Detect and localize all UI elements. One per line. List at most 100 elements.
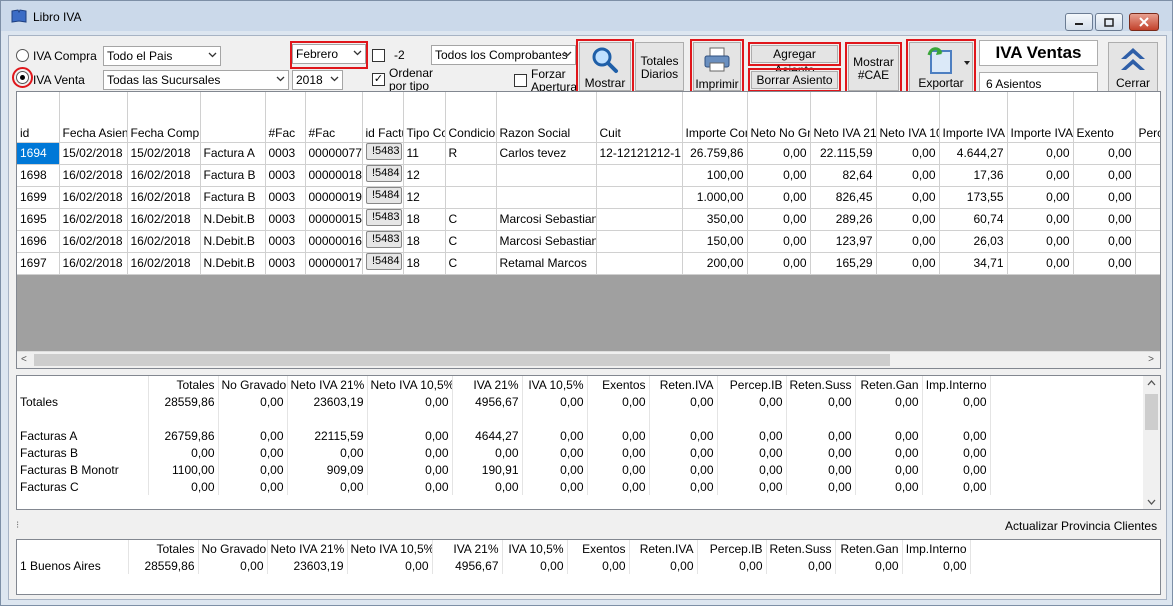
table-cell[interactable]: Facturas C — [17, 478, 149, 495]
column-header[interactable]: Condicion De Iva — [445, 92, 497, 143]
table-cell[interactable]: 0,00 — [367, 427, 453, 444]
column-header[interactable]: Reten.Gan — [835, 540, 903, 557]
table-cell[interactable]: 00000077 — [305, 142, 363, 165]
table-row[interactable]: Facturas B Monotr 1100,00 0,00 909,09 0,00 19… — [17, 461, 991, 478]
column-header[interactable]: Percep.IB — [717, 376, 787, 393]
table-cell[interactable]: 4956,67 — [452, 393, 523, 410]
table-cell[interactable]: Facturas A — [17, 427, 149, 444]
table-cell[interactable]: 0,00 — [717, 427, 787, 444]
table-cell[interactable]: 0,00 — [922, 478, 991, 495]
id-factura-field[interactable]: !5483 — [365, 231, 402, 248]
table-cell[interactable]: 0,00 — [876, 164, 940, 187]
table-cell[interactable]: 0003 — [265, 164, 306, 187]
column-header[interactable] — [17, 376, 149, 393]
table-cell[interactable]: 12 — [403, 164, 446, 187]
table-cell[interactable]: 190,91 — [452, 461, 523, 478]
table-cell[interactable]: 0,00 — [717, 444, 787, 461]
column-header[interactable]: Importe IVA 21 — [939, 92, 1008, 143]
mostrar-button[interactable]: Mostrar — [579, 42, 631, 91]
table-cell[interactable]: 0,00 — [1007, 230, 1074, 253]
splitter-grip[interactable]: ⁝ — [16, 520, 19, 531]
totales-diarios-button[interactable]: Totales Diarios — [635, 42, 684, 91]
table-cell[interactable] — [496, 186, 597, 209]
vertical-scroll-thumb[interactable] — [1145, 394, 1158, 430]
table-cell[interactable] — [1135, 252, 1160, 275]
table-cell[interactable]: 0,00 — [1073, 142, 1136, 165]
table-cell[interactable]: 0,00 — [876, 142, 940, 165]
column-header[interactable]: Neto No Gravado — [747, 92, 811, 143]
vertical-scrollbar[interactable] — [1143, 376, 1160, 509]
table-cell[interactable]: 0,00 — [218, 444, 288, 461]
table-cell[interactable]: 0,00 — [717, 393, 787, 410]
table-cell[interactable] — [1135, 142, 1160, 165]
table-cell[interactable]: 123,97 — [810, 230, 877, 253]
table-cell[interactable]: 1696 — [17, 230, 60, 253]
close-button[interactable] — [1129, 13, 1159, 31]
table-cell[interactable]: 0,00 — [649, 461, 718, 478]
column-header[interactable]: Importe Comprobant — [682, 92, 748, 143]
table-row[interactable] — [17, 410, 991, 427]
radio-iva-compra[interactable] — [16, 49, 29, 62]
table-cell[interactable]: N.Debit.B — [200, 208, 266, 231]
table-cell[interactable] — [1135, 186, 1160, 209]
scroll-up-icon[interactable] — [1147, 380, 1156, 386]
imprimir-button[interactable]: Imprimir — [693, 42, 741, 91]
table-cell[interactable]: 0,00 — [747, 186, 811, 209]
table-cell[interactable]: 0,00 — [747, 230, 811, 253]
table-cell[interactable]: 165,29 — [810, 252, 877, 275]
table-cell[interactable]: 0,00 — [922, 444, 991, 461]
table-cell[interactable]: 18 — [403, 252, 446, 275]
table-cell[interactable] — [786, 410, 856, 427]
table-cell[interactable] — [587, 410, 650, 427]
table-cell[interactable]: 0,00 — [649, 478, 718, 495]
mostrar-cae-button[interactable]: Mostrar #CAE — [848, 45, 899, 91]
column-header[interactable]: #Fac — [305, 92, 363, 143]
table-cell[interactable]: 0,00 — [922, 393, 991, 410]
table-cell[interactable]: !5483 — [362, 208, 404, 231]
table-cell[interactable]: 0,00 — [766, 557, 836, 574]
table-cell[interactable]: 0,00 — [835, 557, 903, 574]
table-cell[interactable]: 0,00 — [717, 461, 787, 478]
table-cell[interactable]: 0,00 — [287, 478, 368, 495]
horizontal-scroll-thumb[interactable] — [34, 354, 890, 366]
table-cell[interactable]: 16/02/2018 — [127, 230, 201, 253]
table-cell[interactable] — [522, 410, 588, 427]
table-cell[interactable]: 0,00 — [1073, 208, 1136, 231]
table-cell[interactable]: 0003 — [265, 142, 306, 165]
table-cell[interactable]: 4644,27 — [452, 427, 523, 444]
column-header[interactable]: Exentos — [567, 540, 630, 557]
table-cell[interactable]: N.Debit.B — [200, 252, 266, 275]
table-cell[interactable]: 350,00 — [682, 208, 748, 231]
column-header[interactable]: Fecha Asiento — [59, 92, 128, 143]
table-cell[interactable]: 17,36 — [939, 164, 1008, 187]
table-cell[interactable]: 28559,86 — [148, 393, 219, 410]
column-header[interactable]: Totales — [148, 376, 219, 393]
table-cell[interactable] — [1135, 164, 1160, 187]
table-cell[interactable]: 0,00 — [452, 478, 523, 495]
table-cell[interactable]: 0,00 — [1073, 230, 1136, 253]
table-cell[interactable]: 0,00 — [218, 393, 288, 410]
table-cell[interactable]: 0,00 — [567, 557, 630, 574]
table-cell[interactable]: Facturas B — [17, 444, 149, 461]
exportar-button[interactable]: Exportar — [909, 42, 973, 94]
table-row[interactable]: 1696 16/02/2018 16/02/2018 N.Debit.B 0003 000… — [17, 230, 1160, 253]
table-cell[interactable]: 26759,86 — [148, 427, 219, 444]
table-cell[interactable] — [218, 410, 288, 427]
table-cell[interactable]: 23603,19 — [287, 393, 368, 410]
column-header[interactable]: IVA 21% — [452, 376, 523, 393]
column-header[interactable]: Perc. IVA — [1135, 92, 1160, 143]
table-row[interactable]: Facturas B 0,00 0,00 0,00 0,00 0,00 0,00 0,00 0,… — [17, 444, 991, 461]
table-cell[interactable]: 0,00 — [629, 557, 698, 574]
table-cell[interactable]: 0,00 — [587, 444, 650, 461]
table-cell[interactable]: 150,00 — [682, 230, 748, 253]
table-cell[interactable]: 0,00 — [747, 142, 811, 165]
provincias-grid[interactable]: Totales No Gravado Neto IVA 21% Neto IVA 10… — [16, 539, 1161, 595]
table-cell[interactable]: C — [445, 208, 497, 231]
table-cell[interactable]: 0,00 — [367, 393, 453, 410]
column-header[interactable]: Reten.IVA — [649, 376, 718, 393]
table-cell[interactable]: 0,00 — [747, 208, 811, 231]
table-row[interactable]: 1698 16/02/2018 16/02/2018 Factura B 0003 000… — [17, 164, 1160, 187]
column-header[interactable]: Imp.Interno — [922, 376, 991, 393]
table-cell[interactable]: 0,00 — [347, 557, 433, 574]
table-cell[interactable]: 0,00 — [1073, 252, 1136, 275]
